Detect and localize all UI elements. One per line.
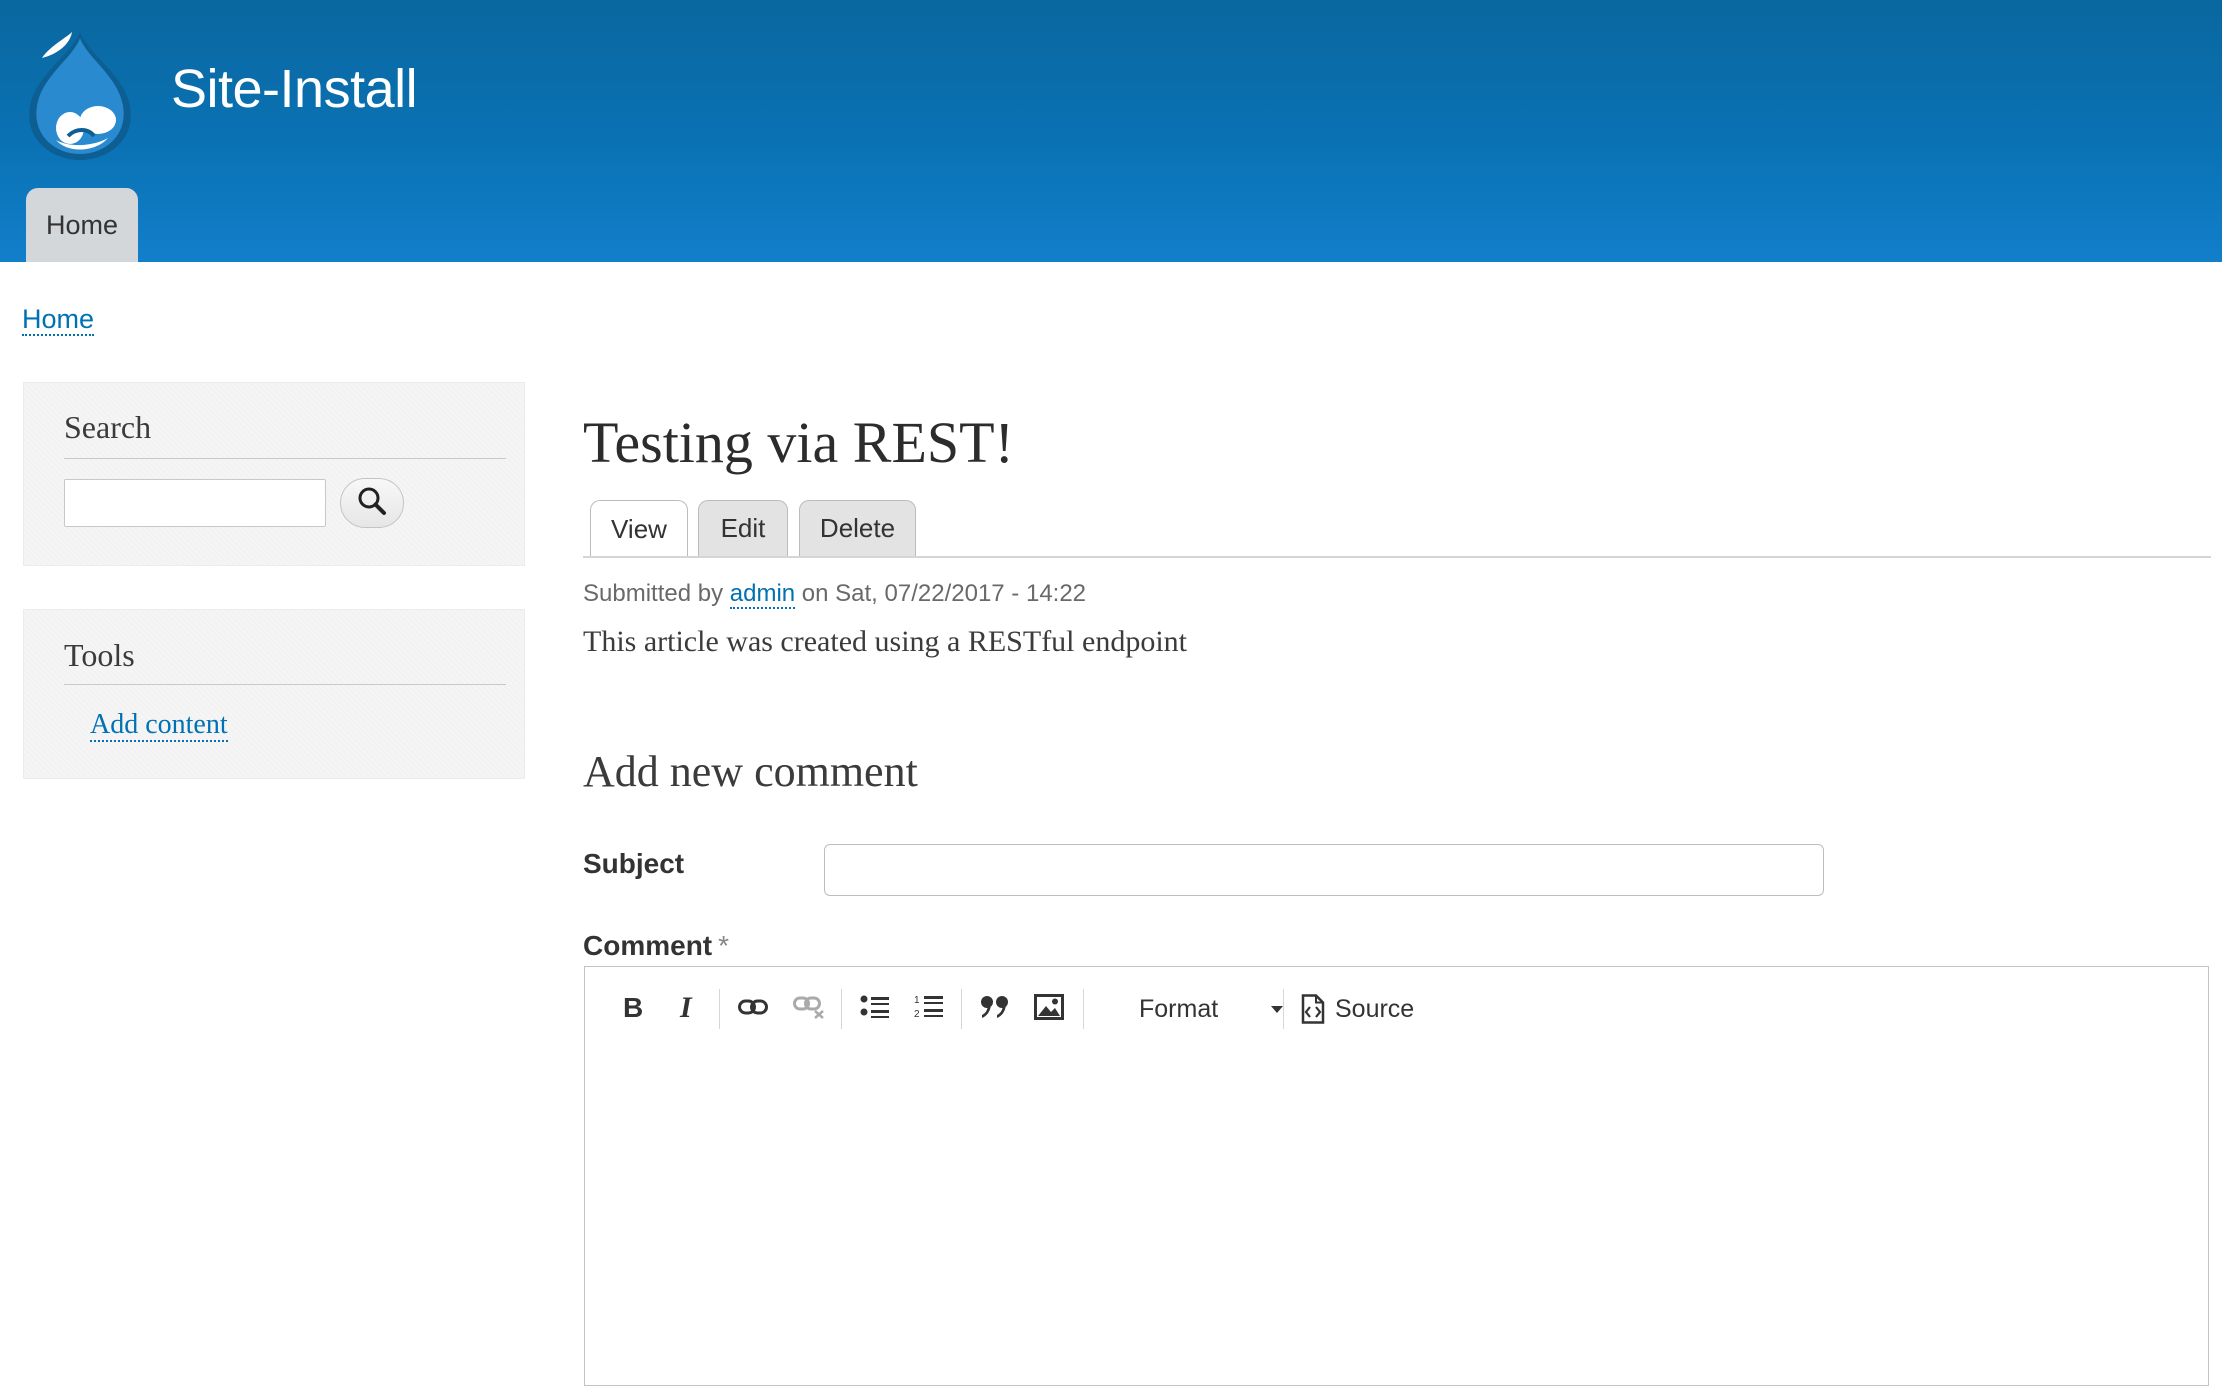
tools-block-divider (64, 684, 506, 685)
format-label: Format (1139, 994, 1219, 1023)
search-icon (357, 486, 387, 521)
comment-editor: B I 1 2 Format Source (584, 966, 2209, 1386)
svg-text:B: B (623, 993, 643, 1021)
comment-editor-area[interactable] (585, 1051, 2208, 1385)
submitted-meta: Submitted by admin on Sat, 07/22/2017 - … (583, 580, 1087, 609)
toolbar-separator (1283, 989, 1284, 1029)
italic-button[interactable]: I (665, 987, 709, 1031)
search-block-divider (64, 458, 506, 459)
image-button[interactable] (1027, 987, 1071, 1031)
link-icon (738, 998, 768, 1021)
tab-view[interactable]: View (590, 500, 688, 558)
bold-icon: B (621, 992, 645, 1026)
numbered-list-icon: 1 2 (914, 993, 944, 1026)
tabs-divider (583, 556, 2211, 558)
link-button[interactable] (731, 987, 775, 1031)
svg-text:2: 2 (914, 1009, 920, 1020)
bulleted-list-icon (860, 994, 890, 1025)
comment-label-wrap: Comment * (583, 930, 729, 962)
tab-delete[interactable]: Delete (799, 500, 916, 556)
breadcrumb-home-link[interactable]: Home (22, 304, 95, 336)
unlink-icon (793, 995, 825, 1024)
subject-input[interactable] (824, 844, 1824, 896)
blockquote-button[interactable] (973, 987, 1017, 1031)
page-title: Testing via REST! (583, 410, 1014, 475)
format-dropdown[interactable]: Format (1111, 987, 1287, 1031)
toolbar-separator (1083, 989, 1084, 1029)
source-label: Source (1335, 994, 1415, 1023)
search-input[interactable] (64, 479, 326, 527)
bold-button[interactable]: B (611, 987, 655, 1031)
numbered-list-button[interactable]: 1 2 (907, 987, 951, 1031)
toolbar-separator (719, 989, 720, 1029)
search-block-title: Search (64, 409, 152, 445)
unlink-button[interactable] (787, 987, 831, 1031)
meta-date: on Sat, 07/22/2017 - 14:22 (801, 580, 1087, 607)
svg-text:1: 1 (914, 995, 920, 1006)
source-button[interactable]: Source (1301, 987, 1414, 1031)
author-link[interactable]: admin (729, 580, 796, 609)
meta-prefix: Submitted by (583, 580, 724, 607)
comment-label: Comment (583, 930, 713, 961)
toolbar-separator (961, 989, 962, 1029)
site-header: Site-Install Home (0, 0, 2222, 262)
svg-text:I: I (679, 993, 693, 1021)
image-icon (1034, 993, 1064, 1025)
tab-edit[interactable]: Edit (698, 500, 788, 556)
subject-label: Subject (583, 848, 685, 879)
tools-block-title: Tools (64, 637, 135, 673)
add-content-link[interactable]: Add content (90, 710, 228, 742)
search-button[interactable] (340, 478, 404, 528)
source-icon (1301, 994, 1325, 1024)
blockquote-icon (980, 994, 1010, 1025)
chevron-down-icon (1271, 1006, 1283, 1013)
article-body: This article was created using a RESTful… (583, 625, 1187, 658)
site-name[interactable]: Site-Install (171, 58, 418, 120)
italic-icon: I (675, 991, 699, 1026)
nav-tab-home[interactable]: Home (26, 188, 138, 262)
search-block: Search (23, 382, 525, 566)
drupal-logo-icon[interactable] (20, 28, 140, 162)
tools-block: Tools Add content (23, 609, 525, 779)
bulleted-list-button[interactable] (853, 987, 897, 1031)
comment-form-heading: Add new comment (583, 747, 918, 796)
toolbar-separator (841, 989, 842, 1029)
editor-toolbar: B I 1 2 Format Source (585, 967, 2208, 1052)
required-marker: * (718, 930, 730, 961)
